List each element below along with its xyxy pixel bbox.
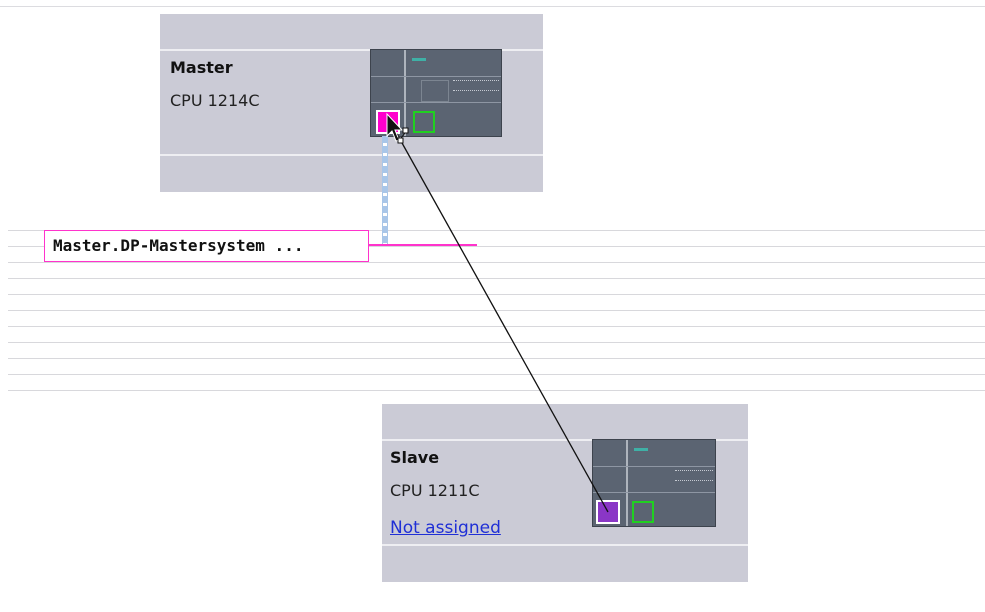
drag-connection-overlay bbox=[386, 112, 609, 513]
mouse-pointer-icon bbox=[386, 112, 409, 144]
drag-connection-line bbox=[396, 133, 609, 513]
